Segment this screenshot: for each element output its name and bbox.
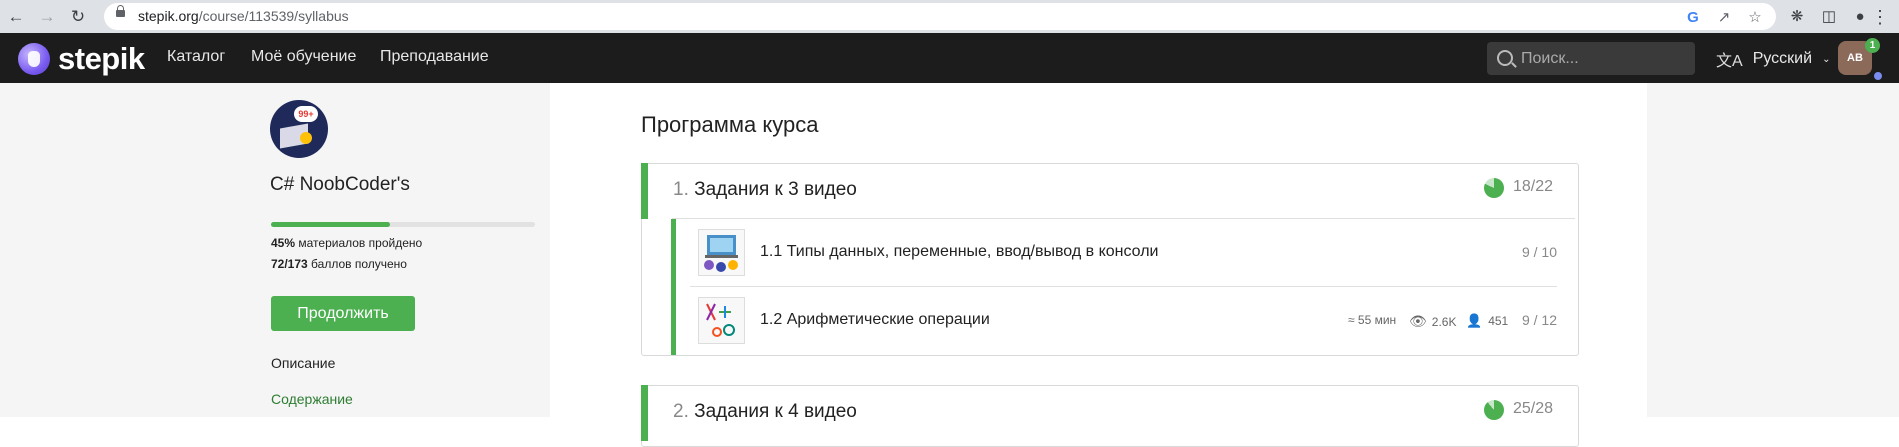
module-progress-pie-icon — [1484, 178, 1504, 198]
points-text: баллов получено — [311, 257, 407, 271]
eye-icon: 👁 — [1409, 313, 1427, 329]
module-score: 25/28 — [1513, 400, 1554, 417]
module-accent — [641, 163, 648, 219]
translate-icon: 文A — [1716, 53, 1743, 70]
share-icon[interactable]: ↗ — [1713, 6, 1735, 28]
language-label: Русский — [1752, 50, 1813, 67]
status-dot — [1873, 71, 1883, 81]
module-name: Задания к 3 видео — [694, 179, 857, 200]
lesson-title[interactable]: 1.2 Арифметические операции — [760, 311, 990, 329]
site-header: stepik Каталог Моё обучение Преподавание… — [0, 33, 1899, 83]
url-host: stepik.org — [138, 8, 199, 24]
address-bar[interactable]: stepik.org/course/113539/syllabus G ↗ ☆ — [104, 3, 1776, 30]
points-value: 72/173 — [271, 257, 308, 271]
stepik-logo-icon — [18, 43, 50, 75]
course-cover-icon[interactable]: 99+ — [270, 100, 328, 158]
module-card-2: 2. Задания к 4 видео 25/28 — [641, 385, 1579, 447]
reload-icon[interactable]: ↻ — [67, 6, 89, 28]
forward-icon[interactable]: → — [36, 6, 58, 28]
notification-badge[interactable]: 1 — [1865, 38, 1880, 53]
module-progress-pie-icon — [1484, 400, 1504, 420]
progress-stat: 45% материалов пройдено — [271, 236, 422, 250]
profile-icon[interactable]: ● — [1849, 5, 1871, 27]
nav-teaching[interactable]: Преподавание — [380, 48, 489, 66]
module-header[interactable]: 2. Задания к 4 видео — [673, 401, 857, 423]
side-panel-icon[interactable]: ◫ — [1818, 5, 1840, 27]
learners-count: 451 — [1488, 314, 1509, 328]
views-count: 2.6K — [1431, 314, 1457, 329]
lock-icon — [116, 5, 125, 17]
url-text[interactable]: stepik.org/course/113539/syllabus — [138, 8, 349, 24]
user-icon: 👤 — [1466, 313, 1483, 328]
lesson-views: 👁 2.6K — [1409, 313, 1456, 330]
points-stat: 72/173 баллов получено — [271, 257, 407, 271]
right-gutter — [1647, 83, 1899, 417]
lesson-score: 9 / 10 — [1521, 244, 1557, 260]
hand-icon — [300, 132, 312, 144]
page-title: Программа курса — [641, 112, 819, 137]
language-selector[interactable]: 文A Русский ⌄ — [1716, 47, 1830, 71]
duration-text: ≈ 55 мин — [1348, 313, 1397, 327]
logo-text: stepik — [58, 41, 145, 76]
nav-catalog[interactable]: Каталог — [167, 48, 225, 66]
lesson-duration: ≈ 55 мин — [1348, 313, 1396, 327]
back-icon[interactable]: ← — [5, 6, 27, 28]
extensions-icon[interactable]: ❋ — [1786, 5, 1808, 27]
url-path: /course/113539/syllabus — [198, 8, 349, 24]
module-header[interactable]: 1. Задания к 3 видео — [673, 179, 857, 201]
lesson-title[interactable]: 1.1 Типы данных, переменные, ввод/вывод … — [760, 243, 1158, 261]
lesson-row[interactable]: 1.1 Типы данных, переменные, ввод/вывод … — [690, 219, 1557, 287]
module-score: 18/22 — [1513, 178, 1554, 195]
module-accent — [641, 385, 648, 441]
lesson-learners: 👤 451 — [1466, 313, 1508, 329]
bookmark-star-icon[interactable]: ☆ — [1744, 6, 1766, 28]
lesson-thumbnail-data-types — [698, 229, 745, 276]
module-number: 2. — [673, 401, 689, 422]
lesson-row[interactable]: 1.2 Арифметические операции ≈ 55 мин 👁 2.… — [690, 287, 1557, 355]
continue-button[interactable]: Продолжить — [271, 296, 415, 331]
lesson-list: 1.1 Типы данных, переменные, ввод/вывод … — [671, 218, 1575, 355]
google-translate-icon[interactable]: G — [1682, 6, 1704, 28]
sidebar-link-contents[interactable]: Содержание — [271, 391, 353, 407]
chevron-down-icon: ⌄ — [1822, 53, 1831, 65]
course-progress-bar — [271, 222, 535, 227]
lesson-list-accent — [671, 219, 676, 355]
search-input[interactable] — [1519, 48, 1689, 70]
progress-percent: 45% — [271, 236, 296, 250]
lesson-score: 9 / 12 — [1521, 312, 1557, 328]
module-number: 1. — [673, 179, 689, 200]
search-box[interactable] — [1487, 42, 1695, 75]
module-card-1: 1. Задания к 3 видео 18/22 1.1 Типы данн… — [641, 163, 1579, 356]
browser-menu-icon[interactable]: ⋮ — [1871, 7, 1889, 28]
browser-toolbar: ← → ↻ stepik.org/course/113539/syllabus … — [0, 0, 1899, 33]
module-name: Задания к 4 видео — [694, 401, 857, 422]
progress-text: материалов пройдено — [298, 236, 423, 250]
sidebar-link-description[interactable]: Описание — [271, 355, 335, 371]
search-icon — [1497, 50, 1513, 66]
course-progress-fill — [271, 222, 390, 227]
course-icon-badge: 99+ — [294, 106, 318, 122]
lesson-thumbnail-arithmetic — [698, 297, 745, 344]
course-title[interactable]: C# NoobCoder's — [270, 174, 410, 196]
nav-my-learning[interactable]: Моё обучение — [251, 48, 356, 66]
stepik-logo[interactable]: stepik — [18, 41, 145, 77]
